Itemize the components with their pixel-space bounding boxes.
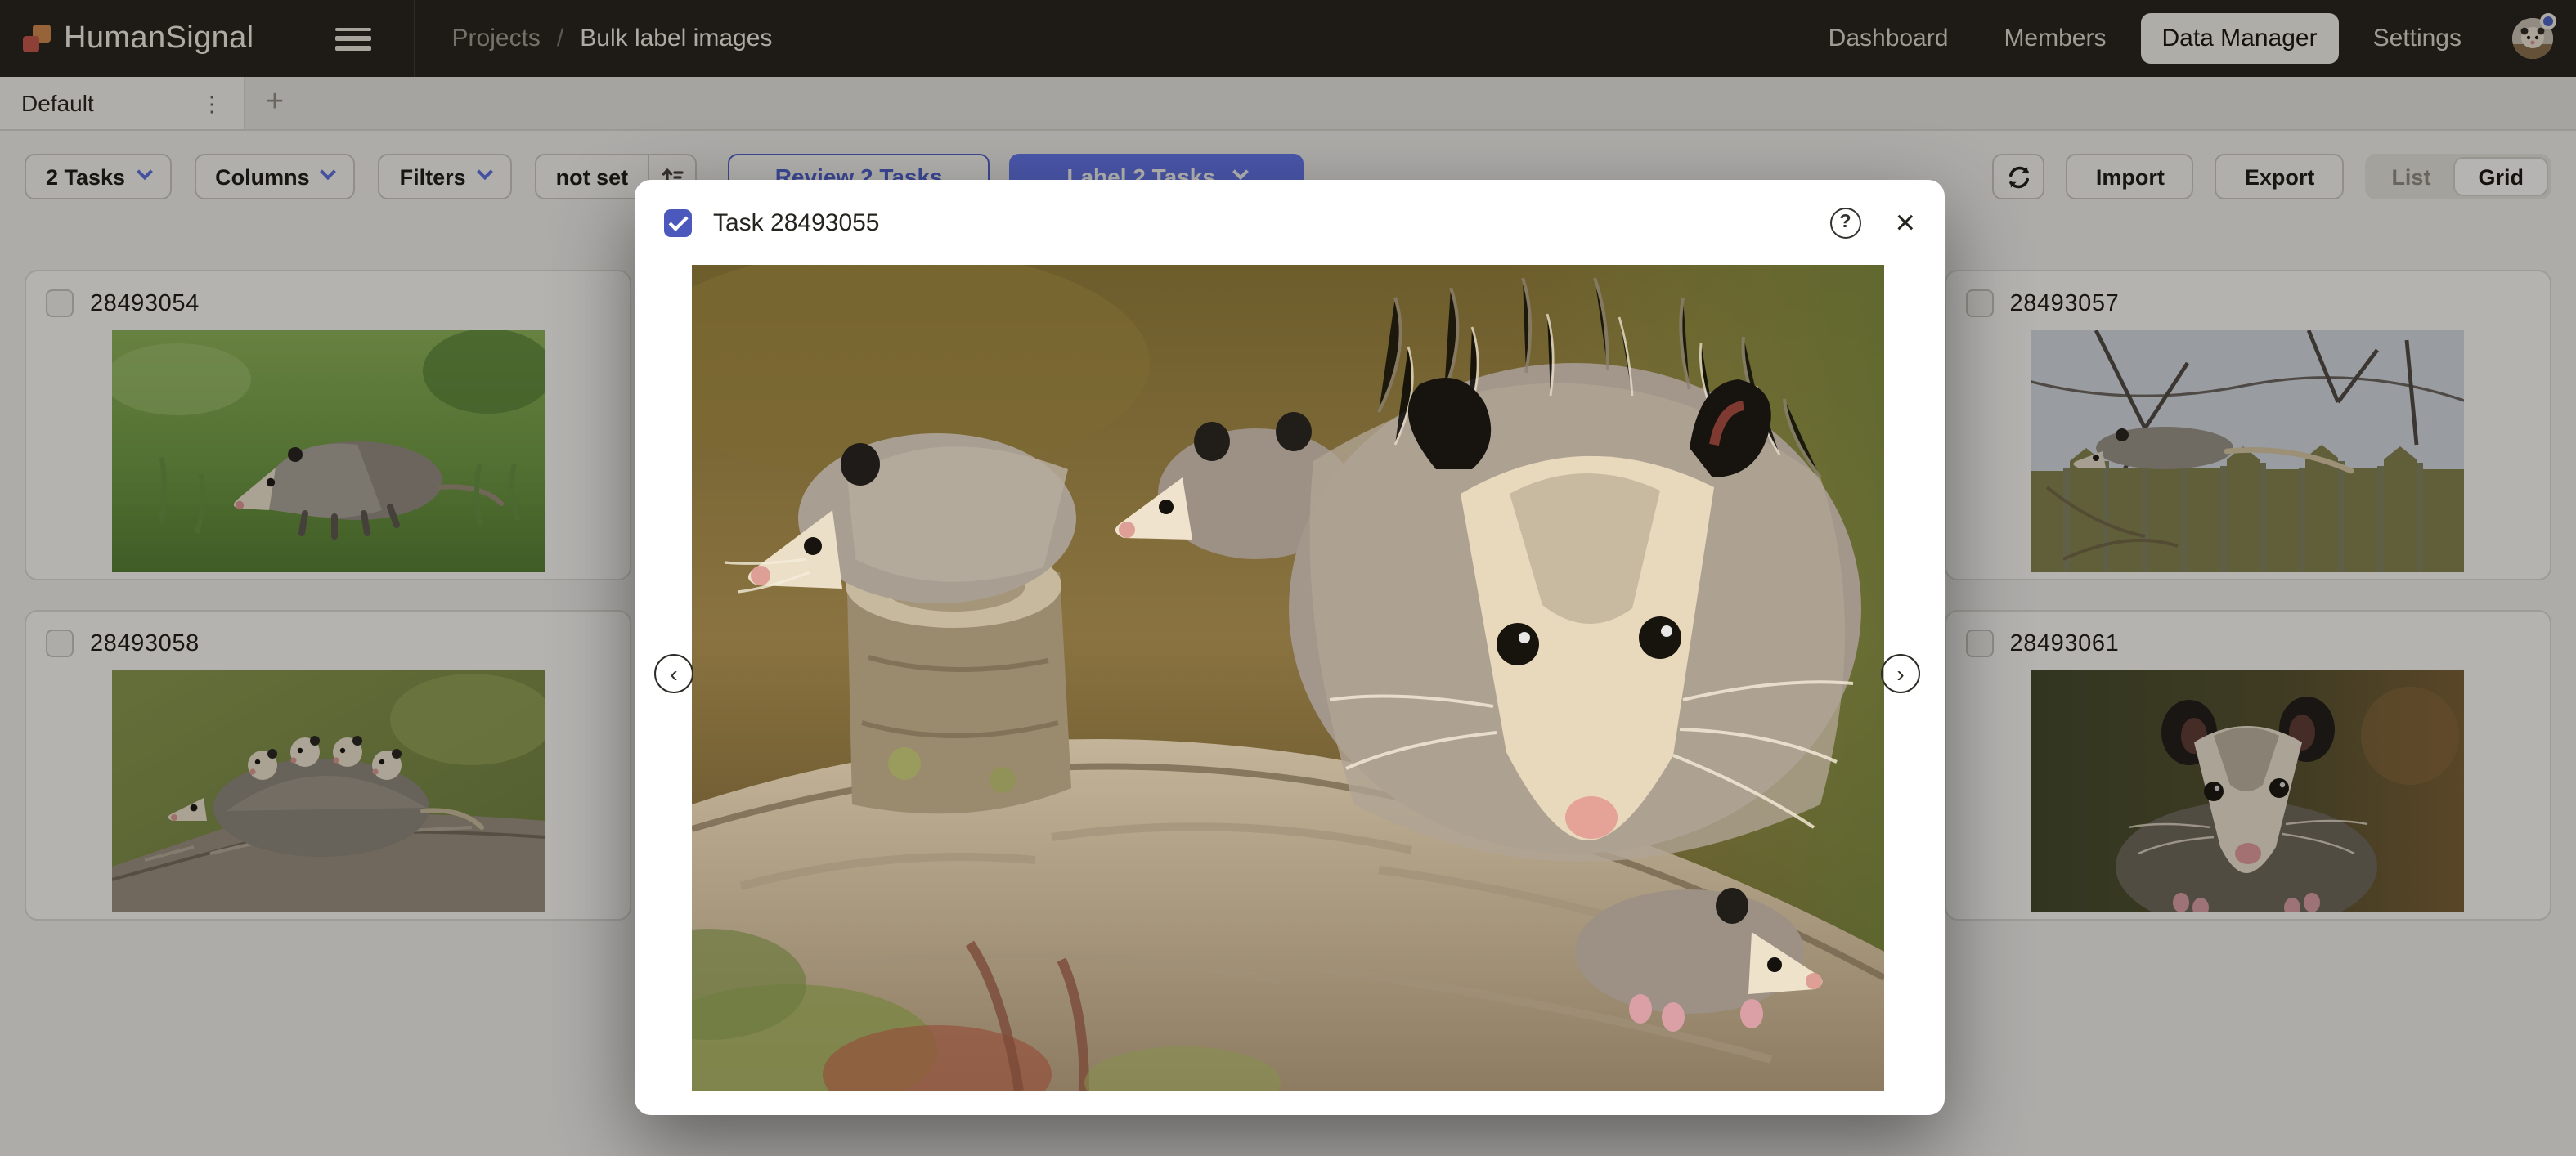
task-image-preview: [692, 265, 1884, 1091]
opossum-log-photo: [692, 265, 1884, 1091]
help-icon[interactable]: ?: [1829, 207, 1860, 238]
modal-task-title: Task 28493055: [713, 208, 880, 236]
close-icon[interactable]: ×: [1895, 205, 1915, 240]
modal-header: Task 28493055 ? ×: [635, 180, 1945, 265]
next-task-button[interactable]: ›: [1881, 654, 1920, 693]
previous-task-button[interactable]: ‹: [654, 654, 693, 693]
app-root: HumanSignal Projects / Bulk label images…: [0, 0, 2576, 1156]
task-selected-checkbox[interactable]: [664, 208, 692, 236]
task-preview-modal: Task 28493055 ? ×: [635, 180, 1945, 1115]
